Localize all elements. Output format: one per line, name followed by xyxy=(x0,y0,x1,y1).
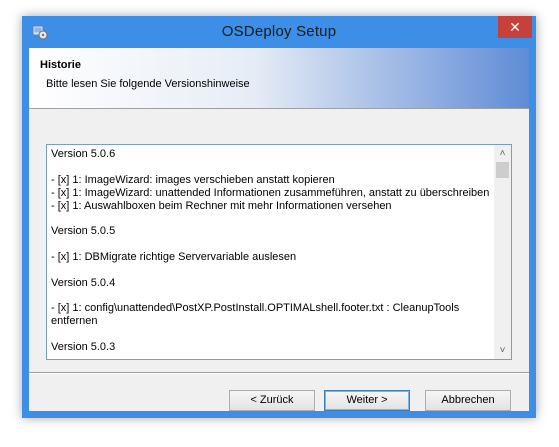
history-line xyxy=(51,161,493,174)
history-line: entfernen xyxy=(51,315,98,328)
history-line: Version 5.0.3 xyxy=(51,340,116,353)
close-button[interactable]: ✕ xyxy=(498,16,532,38)
history-line: - [x] 1: DBMigrate richtige Servervariab… xyxy=(51,250,297,263)
back-button[interactable]: < Zurück xyxy=(229,390,315,411)
header-title: Historie xyxy=(40,59,81,71)
next-button[interactable]: Weiter > xyxy=(324,390,410,411)
window-title: OSDeploy Setup xyxy=(221,23,337,40)
history-text: Version 5.0.6 - [x] 1: ImageWizard: image… xyxy=(51,148,493,354)
history-line: - [x] 1: ImageWizard: unattended Informa… xyxy=(51,186,490,199)
history-line: - [x] 1: Auswahlboxen beim Rechner mit m… xyxy=(51,199,392,212)
footer-separator xyxy=(29,372,529,374)
scroll-up-button[interactable]: ˄ xyxy=(494,145,511,162)
history-textbox[interactable]: Version 5.0.6 - [x] 1: ImageWizard: image… xyxy=(46,144,512,360)
history-line: - [x] 1: ImageWizard: images verschieben… xyxy=(51,173,335,186)
header-subtitle: Bitte lesen Sie folgende Versionshinweis… xyxy=(46,78,250,90)
history-line: Version 5.0.4 xyxy=(51,276,116,289)
history-line xyxy=(51,238,493,251)
chevron-down-icon: ˅ xyxy=(499,345,506,356)
history-line xyxy=(51,290,493,303)
scroll-thumb[interactable] xyxy=(496,162,509,178)
wizard-header: Historie Bitte lesen Sie folgende Versio… xyxy=(29,48,529,109)
history-line xyxy=(51,264,493,277)
setup-window: OSDeploy Setup ✕ Historie Bitte lesen Si… xyxy=(22,16,536,418)
wizard-body: Historie Bitte lesen Sie folgende Versio… xyxy=(29,48,529,411)
chevron-up-icon: ˄ xyxy=(499,148,506,159)
history-line xyxy=(51,213,493,226)
history-line xyxy=(51,328,493,341)
vertical-scrollbar[interactable]: ˄ ˅ xyxy=(494,145,511,359)
history-line: Version 5.0.6 xyxy=(51,148,116,160)
title-bar[interactable]: OSDeploy Setup ✕ xyxy=(22,16,536,48)
close-icon: ✕ xyxy=(509,19,521,35)
history-line: - [x] 1: config\unattended\PostXP.PostIn… xyxy=(51,302,460,315)
scroll-down-button[interactable]: ˅ xyxy=(494,342,511,359)
history-line: Version 5.0.5 xyxy=(51,225,116,238)
cancel-button[interactable]: Abbrechen xyxy=(425,390,511,411)
